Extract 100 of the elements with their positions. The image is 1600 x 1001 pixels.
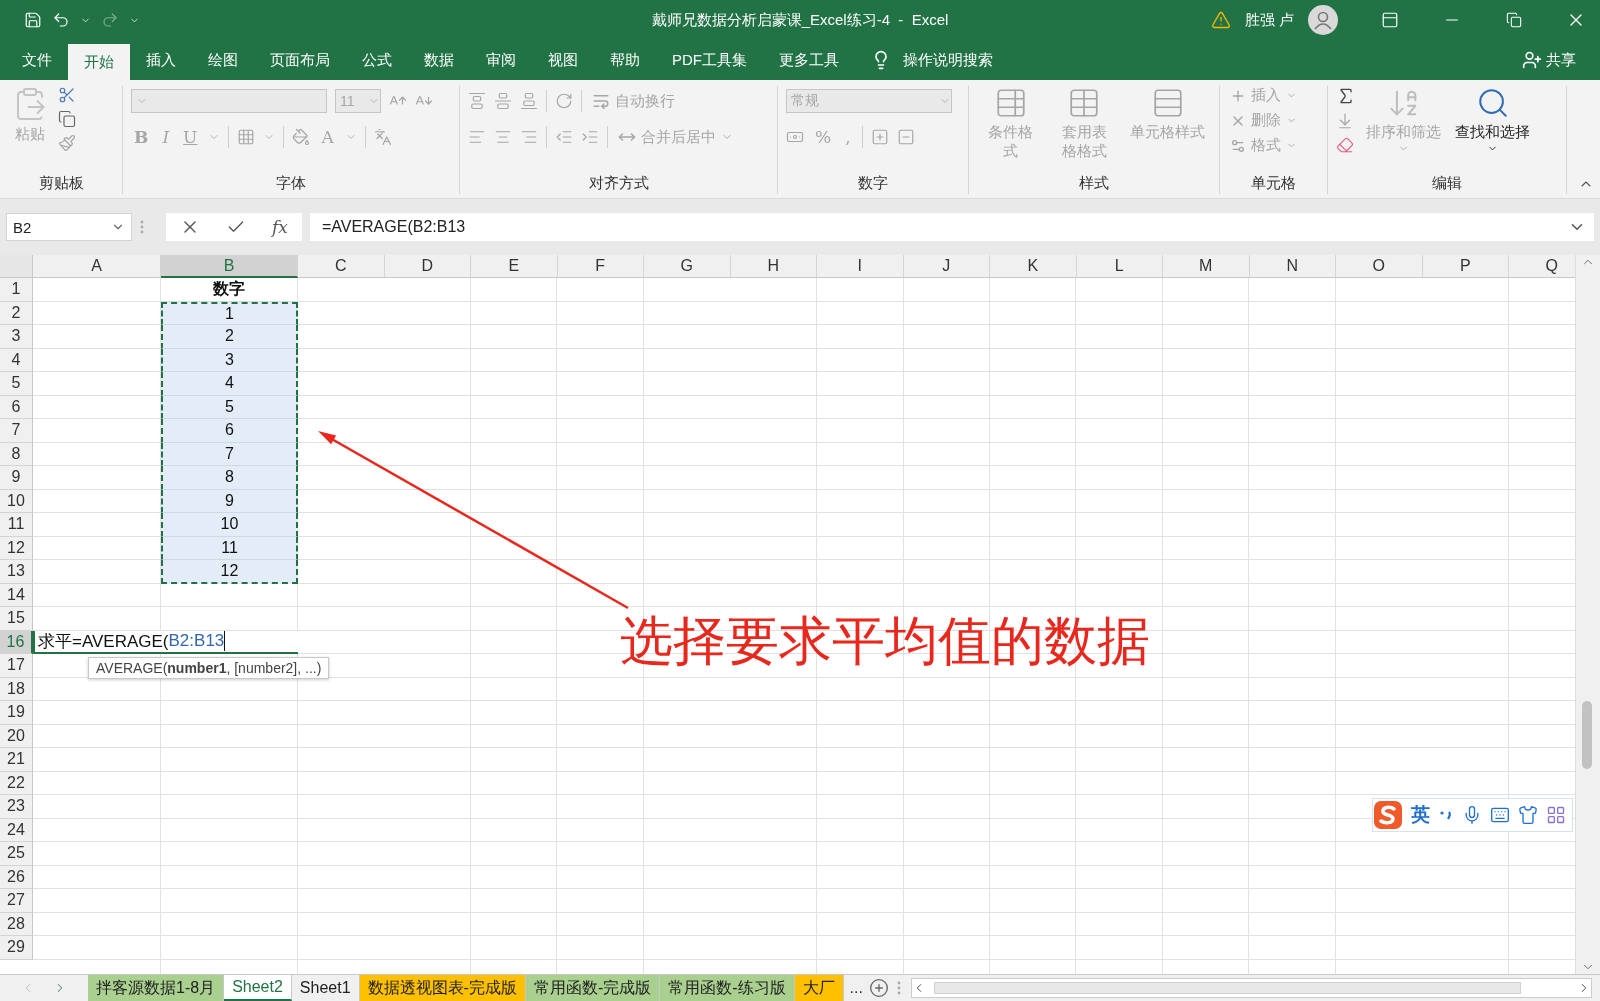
- row-header[interactable]: 19: [0, 701, 33, 725]
- column-header[interactable]: B: [161, 255, 298, 278]
- ribbon-tab[interactable]: 页面布局: [254, 40, 346, 80]
- format-painter-icon[interactable]: [58, 134, 76, 152]
- orientation-icon[interactable]: [555, 92, 573, 110]
- row-header[interactable]: 16: [0, 630, 33, 654]
- row-header[interactable]: 9: [0, 466, 33, 490]
- formula-input[interactable]: =AVERAGE(B2:B13: [309, 213, 1594, 241]
- increase-decimal-icon[interactable]: [870, 128, 889, 146]
- decrease-decimal-icon[interactable]: [896, 128, 915, 146]
- row-header[interactable]: 3: [0, 325, 33, 349]
- align-left-icon[interactable]: [468, 128, 486, 146]
- column-header[interactable]: E: [471, 255, 558, 278]
- copy-icon[interactable]: [58, 110, 76, 128]
- ribbon-tab[interactable]: 公式: [346, 40, 408, 80]
- shirt-icon[interactable]: [1518, 805, 1538, 825]
- redo-icon[interactable]: [101, 11, 119, 29]
- share-button[interactable]: 共享: [1498, 40, 1600, 80]
- row-header[interactable]: 6: [0, 395, 33, 419]
- restore-icon[interactable]: [1506, 12, 1522, 28]
- column-header[interactable]: D: [384, 255, 471, 278]
- row-header[interactable]: 21: [0, 748, 33, 772]
- sheet-tab[interactable]: 拌客源数据1-8月: [88, 975, 225, 1001]
- ribbon-tab[interactable]: PDF工具集: [656, 40, 763, 80]
- middle-align-icon[interactable]: [494, 92, 512, 110]
- column-header[interactable]: O: [1336, 255, 1423, 278]
- row-header[interactable]: 25: [0, 842, 33, 866]
- ribbon-tab[interactable]: 审阅: [470, 40, 532, 80]
- font-name-field[interactable]: [131, 89, 327, 113]
- column-header[interactable]: N: [1249, 255, 1336, 278]
- row-header[interactable]: 18: [0, 677, 33, 701]
- row-header[interactable]: 14: [0, 583, 33, 607]
- row-header[interactable]: 8: [0, 442, 33, 466]
- more-sheets-button[interactable]: ...: [843, 975, 869, 1001]
- insert-function-button[interactable]: fx: [272, 217, 288, 237]
- scrollbar-thumb[interactable]: [933, 982, 1521, 994]
- save-icon[interactable]: [24, 11, 42, 29]
- scrollbar-thumb[interactable]: [1582, 701, 1592, 769]
- row-header[interactable]: 27: [0, 889, 33, 913]
- cell-input[interactable]: 求平=AVERAGE(B2:B13: [33, 630, 298, 654]
- row-header[interactable]: 29: [0, 936, 33, 960]
- keyboard-icon[interactable]: [1490, 805, 1510, 825]
- align-center-icon[interactable]: [494, 128, 512, 146]
- column-header[interactable]: L: [1076, 255, 1163, 278]
- ribbon-tab[interactable]: 开始: [68, 44, 130, 80]
- row-header[interactable]: 23: [0, 795, 33, 819]
- ribbon-tab[interactable]: 更多工具: [763, 40, 855, 80]
- phonetic-icon[interactable]: [373, 128, 392, 146]
- row-header[interactable]: 20: [0, 724, 33, 748]
- row-header[interactable]: 22: [0, 771, 33, 795]
- sheet-tab[interactable]: 常用函数-完成版: [525, 975, 661, 1001]
- column-header[interactable]: P: [1422, 255, 1509, 278]
- column-header[interactable]: G: [644, 255, 731, 278]
- ribbon-tab[interactable]: 数据: [408, 40, 470, 80]
- column-header[interactable]: I: [817, 255, 904, 278]
- ribbon-tab[interactable]: 帮助: [594, 40, 656, 80]
- column-header[interactable]: A: [33, 255, 161, 278]
- column-header[interactable]: K: [990, 255, 1077, 278]
- column-header[interactable]: F: [557, 255, 644, 278]
- sheet-tab[interactable]: 数据透视图表-完成版: [359, 975, 526, 1001]
- align-right-icon[interactable]: [520, 128, 538, 146]
- fill-color-icon[interactable]: [292, 128, 311, 146]
- row-header[interactable]: 1: [0, 278, 33, 302]
- apps-icon[interactable]: [1546, 805, 1566, 825]
- row-header[interactable]: 13: [0, 560, 33, 584]
- row-header[interactable]: 26: [0, 865, 33, 889]
- row-header[interactable]: 4: [0, 348, 33, 372]
- row-header[interactable]: 11: [0, 513, 33, 537]
- borders-icon[interactable]: [237, 128, 256, 146]
- sheet-tab[interactable]: 大厂: [794, 975, 844, 1001]
- find-select-button[interactable]: 查找和选择: [1451, 86, 1534, 154]
- eraser-icon[interactable]: [1336, 136, 1354, 154]
- increase-indent-icon[interactable]: [581, 128, 599, 146]
- top-align-icon[interactable]: [468, 92, 486, 110]
- select-all-corner[interactable]: [0, 255, 33, 278]
- column-header[interactable]: M: [1163, 255, 1250, 278]
- row-header[interactable]: 2: [0, 301, 33, 325]
- name-box[interactable]: B2: [6, 213, 132, 241]
- tell-me-search[interactable]: 操作说明搜索: [855, 40, 1009, 80]
- sheet-tab[interactable]: 常用函数-练习版: [660, 975, 795, 1001]
- cut-icon[interactable]: [58, 86, 76, 104]
- ribbon-tab[interactable]: 插入: [130, 40, 192, 80]
- row-header[interactable]: 5: [0, 372, 33, 396]
- input-mode[interactable]: 英: [1411, 802, 1430, 828]
- column-header[interactable]: Q: [1509, 255, 1575, 278]
- ribbon-display-icon[interactable]: [1381, 11, 1399, 29]
- ribbon-tab[interactable]: 文件: [6, 40, 68, 80]
- column-header[interactable]: C: [298, 255, 385, 278]
- avatar[interactable]: [1308, 5, 1338, 35]
- row-header[interactable]: 28: [0, 912, 33, 936]
- row-header[interactable]: 12: [0, 536, 33, 560]
- warning-icon[interactable]: [1210, 10, 1231, 30]
- fill-icon[interactable]: [1336, 112, 1354, 130]
- column-header[interactable]: H: [730, 255, 817, 278]
- row-header[interactable]: 17: [0, 654, 33, 678]
- decrease-indent-icon[interactable]: [555, 128, 573, 146]
- row-header[interactable]: 7: [0, 419, 33, 443]
- row-header[interactable]: 15: [0, 607, 33, 631]
- ribbon-tab[interactable]: 绘图: [192, 40, 254, 80]
- sheet-tab[interactable]: Sheet2: [224, 975, 292, 1001]
